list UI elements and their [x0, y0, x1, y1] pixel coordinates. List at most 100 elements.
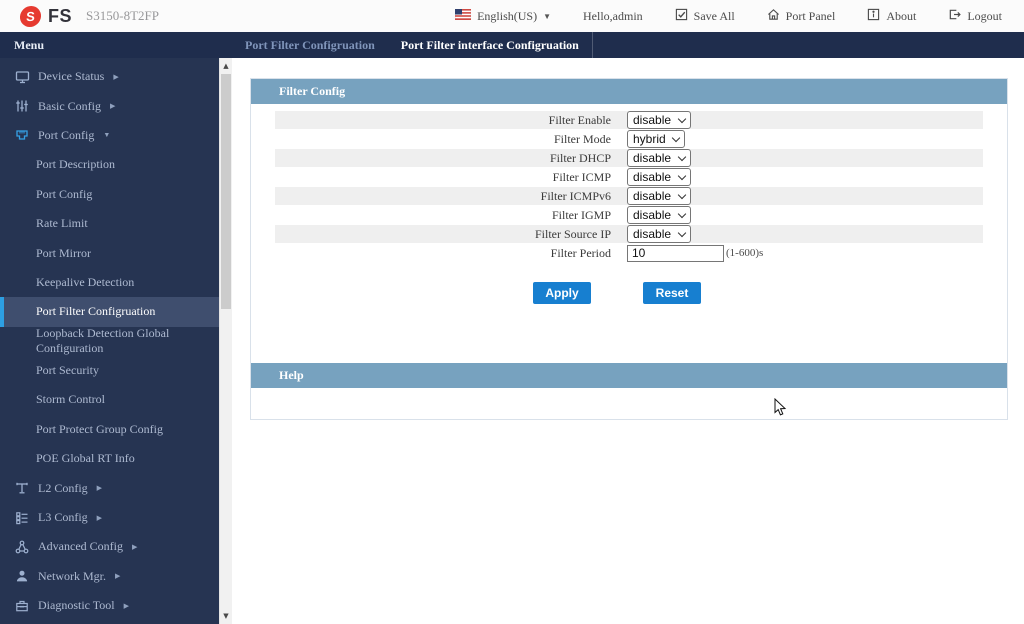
scrollbar-thumb[interactable]: [221, 74, 231, 309]
chevron-right-icon: ▶: [96, 513, 103, 522]
sidebar-item-label: POE Global RT Info: [36, 451, 135, 466]
sidebar-item-loopback-detection-global-configuration[interactable]: Loopback Detection Global Configuration: [0, 326, 219, 356]
sidebar-item-label: Port Filter Configruation: [36, 304, 156, 319]
sidebar-scrollbar[interactable]: ▲ ▼: [219, 58, 232, 624]
filter-igmp-select-wrap: disable: [627, 206, 691, 224]
save-all-label: Save All: [693, 8, 735, 23]
field-label-filter-source-ip: Filter Source IP: [535, 226, 611, 241]
save-all-button[interactable]: Save All: [675, 8, 735, 25]
sidebar-item-label: L3 Config: [38, 510, 88, 525]
chevron-down-icon: ▼: [103, 131, 111, 140]
sidebar-item-port-protect-group-config[interactable]: Port Protect Group Config: [0, 415, 219, 444]
filter-enable-select-wrap: disable: [627, 111, 691, 129]
form-row-filter-icmpv6: Filter ICMPv6 disable: [275, 187, 983, 205]
chevron-right-icon: ▶: [110, 102, 116, 111]
sidebar-item-label: L2 Config: [38, 480, 88, 495]
scroll-down-icon[interactable]: ▼: [220, 609, 232, 623]
sidebar-item-diagnostic-tool[interactable]: Diagnostic Tool ▶: [0, 591, 219, 620]
field-label-filter-icmp: Filter ICMP: [552, 169, 611, 184]
l2-icon: [14, 481, 30, 496]
sidebar-item-network-mgr[interactable]: Network Mgr. ▶: [0, 562, 219, 591]
filter-enable-select[interactable]: disable: [627, 111, 691, 129]
filter-igmp-select[interactable]: disable: [627, 206, 691, 224]
sidebar-item-device-status[interactable]: Device Status ▶: [0, 62, 219, 91]
sidebar-item-label: Port Description: [36, 157, 115, 172]
fs-logo-text: FS: [48, 5, 73, 26]
logout-icon: [948, 8, 962, 25]
sidebar-item-keepalive-detection[interactable]: Keepalive Detection: [0, 268, 219, 297]
sidebar-item-advanced-config[interactable]: Advanced Config ▶: [0, 532, 219, 561]
greeting: Hello,admin: [583, 9, 643, 24]
sidebar-item-label: Loopback Detection Global Configuration: [36, 326, 170, 356]
sidebar-item-port-description[interactable]: Port Description: [0, 150, 219, 179]
sidebar-item-label: Rate Limit: [36, 216, 88, 231]
sidebar-item-label: Port Config: [38, 127, 95, 142]
port-panel-button[interactable]: Port Panel: [767, 8, 836, 25]
field-label-filter-igmp: Filter IGMP: [551, 207, 611, 222]
sidebar-item-label: Storm Control: [36, 392, 106, 407]
sidebar-item-l2-config[interactable]: L2 Config ▶: [0, 473, 219, 502]
about-icon: [867, 8, 880, 25]
chevron-right-icon: ▶: [123, 601, 129, 610]
sidebar-item-port-config-sub[interactable]: Port Config: [0, 180, 219, 209]
sidebar-item-label: Diagnostic Tool: [38, 598, 115, 613]
advanced-icon: [14, 539, 30, 554]
form-row-filter-igmp: Filter IGMP disable: [275, 206, 983, 224]
sidebar-item-port-security[interactable]: Port Security: [0, 356, 219, 385]
help-header: Help: [251, 363, 1007, 388]
sidebar-item-label: Network Mgr.: [38, 568, 106, 583]
us-flag-icon: [454, 8, 472, 24]
l3-icon: [14, 510, 30, 525]
form-row-filter-dhcp: Filter DHCP disable: [275, 149, 983, 167]
save-all-icon: [675, 8, 688, 25]
filter-source-ip-select[interactable]: disable: [627, 225, 691, 243]
chevron-right-icon: ▶: [115, 572, 121, 581]
sliders-icon: [14, 99, 30, 114]
chevron-down-icon: ▼: [543, 11, 551, 21]
toolbox-icon: [14, 598, 30, 613]
chevron-right-icon: ▶: [96, 484, 103, 493]
scroll-up-icon[interactable]: ▲: [220, 59, 232, 73]
filter-config-header: Filter Config: [251, 79, 1007, 104]
reset-button[interactable]: Reset: [643, 282, 701, 304]
sidebar-item-label: Port Config: [36, 186, 93, 201]
filter-dhcp-select[interactable]: disable: [627, 149, 691, 167]
field-label-filter-period: Filter Period: [550, 245, 611, 260]
about-label: About: [886, 8, 917, 23]
tab-port-filter-interface-configruation[interactable]: Port Filter interface Configruation: [388, 32, 593, 58]
sidebar-item-label: Keepalive Detection: [36, 274, 135, 289]
filter-dhcp-select-wrap: disable: [627, 149, 691, 167]
apply-button[interactable]: Apply: [533, 282, 591, 304]
filter-icmp-select[interactable]: disable: [627, 168, 691, 186]
filter-config-rows: Filter Enable disable Filter Mode hybrid Fil…: [251, 104, 1007, 262]
sidebar-item-rate-limit[interactable]: Rate Limit: [0, 209, 219, 238]
filter-config-panel: Filter Config Filter Enable disable Filter…: [250, 78, 1008, 420]
menu-bar: Menu Port Filter Configruation Port Filt…: [0, 32, 1024, 58]
sidebar-item-port-mirror[interactable]: Port Mirror: [0, 238, 219, 267]
menu-title: Menu: [14, 37, 44, 52]
about-button[interactable]: About: [867, 8, 916, 25]
sidebar-item-label: Basic Config: [38, 98, 101, 113]
sidebar-item-basic-config[interactable]: Basic Config ▶: [0, 91, 219, 120]
filter-period-input[interactable]: [627, 244, 724, 262]
filter-mode-select[interactable]: hybrid: [627, 130, 685, 148]
port-icon: [14, 128, 30, 143]
sidebar-item-storm-control[interactable]: Storm Control: [0, 385, 219, 414]
logout-button[interactable]: Logout: [948, 8, 1002, 25]
language-selector[interactable]: English(US) ▼: [454, 8, 551, 24]
form-row-filter-icmp: Filter ICMP disable: [275, 168, 983, 186]
sidebar: Device Status ▶ Basic Config ▶ Port Config ▼ P…: [0, 58, 232, 624]
form-buttons: Apply Reset: [251, 282, 995, 304]
filter-icmpv6-select[interactable]: disable: [627, 187, 691, 205]
logout-label: Logout: [967, 8, 1002, 23]
sidebar-item-port-config[interactable]: Port Config ▼: [0, 121, 219, 150]
sidebar-items: Device Status ▶ Basic Config ▶ Port Config ▼ P…: [0, 58, 232, 620]
chevron-right-icon: ▶: [131, 542, 138, 551]
sidebar-item-poe-global-rt-info[interactable]: POE Global RT Info: [0, 444, 219, 473]
tab-port-filter-configruation[interactable]: Port Filter Configruation: [232, 32, 388, 58]
port-panel-label: Port Panel: [785, 8, 836, 23]
sidebar-item-label: Advanced Config: [38, 539, 123, 554]
sidebar-item-l3-config[interactable]: L3 Config ▶: [0, 503, 219, 532]
sidebar-item-port-filter-configruation[interactable]: Port Filter Configruation: [0, 297, 219, 327]
filter-icmpv6-select-wrap: disable: [627, 187, 691, 205]
